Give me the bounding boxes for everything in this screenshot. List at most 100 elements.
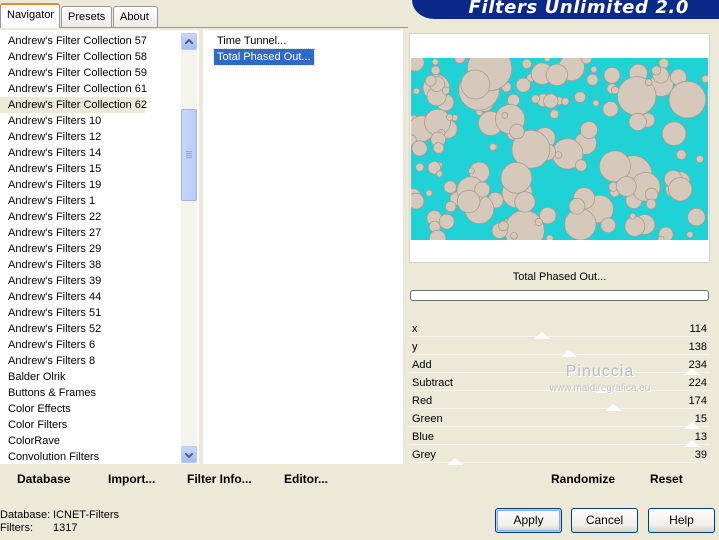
tab-about[interactable]: About	[113, 6, 158, 27]
scroll-up-button[interactable]	[181, 33, 197, 50]
category-item[interactable]: Andrew's Filters 29	[0, 241, 199, 257]
param-row[interactable]: Blue 13	[409, 429, 710, 447]
category-item[interactable]: Andrew's Filter Collection 62	[0, 97, 147, 113]
preview-blob	[510, 232, 518, 240]
scroll-down-button[interactable]	[181, 446, 197, 463]
param-row[interactable]: Grey 39	[409, 447, 710, 465]
param-label: y	[412, 341, 418, 353]
preview-blob	[457, 189, 481, 214]
preview-blob	[675, 149, 687, 160]
category-list[interactable]: Andrew's Filter Collection 57 Andrew's Fi…	[0, 30, 199, 464]
category-item[interactable]: Andrew's Filters 14	[0, 145, 199, 161]
param-slider-track[interactable]	[409, 444, 710, 445]
param-slider-knob[interactable]	[595, 386, 611, 393]
editor-link[interactable]: Editor...	[284, 472, 328, 486]
category-item[interactable]: Andrew's Filters 39	[0, 273, 199, 289]
status-database-value: ICNET-Filters	[53, 509, 119, 521]
param-slider-knob[interactable]	[684, 440, 700, 447]
category-item[interactable]: Andrew's Filters 10	[0, 113, 199, 129]
category-item[interactable]: Andrew's Filters 15	[0, 161, 199, 177]
filter-list[interactable]: Time Tunnel... Total Phased Out...	[203, 30, 403, 464]
preview-blob	[645, 198, 657, 210]
progress-bar	[410, 290, 709, 301]
category-item[interactable]: Color Filters	[0, 417, 199, 433]
category-item[interactable]: Balder Olrik	[0, 369, 199, 385]
category-item[interactable]: Andrew's Filters 27	[0, 225, 199, 241]
category-item[interactable]: Andrew's Filters 51	[0, 305, 199, 321]
scroll-thumb[interactable]	[181, 109, 197, 201]
param-slider-knob[interactable]	[447, 458, 463, 465]
preview-blob	[425, 189, 433, 197]
param-row[interactable]: Red 174	[409, 393, 710, 411]
reset-link[interactable]: Reset	[650, 472, 683, 486]
preview-blob	[543, 58, 551, 63]
preview-blob	[695, 154, 704, 164]
randomize-link[interactable]: Randomize	[551, 472, 615, 486]
param-row[interactable]: Subtract 224	[409, 375, 710, 393]
category-item[interactable]: Andrew's Filters 12	[0, 129, 199, 145]
param-slider-knob[interactable]	[684, 368, 700, 375]
param-slider-track[interactable]	[409, 354, 710, 355]
param-row[interactable]: Green 15	[409, 411, 710, 429]
param-value: 138	[688, 341, 707, 353]
preview-blob	[498, 220, 509, 232]
param-slider-knob[interactable]	[534, 332, 550, 339]
preview-blob	[687, 207, 706, 227]
chevron-down-icon	[185, 453, 193, 458]
category-item[interactable]: Andrew's Filters 8	[0, 353, 199, 369]
filter-item[interactable]: Total Phased Out...	[213, 48, 315, 66]
category-item[interactable]: Andrew's Filter Collection 59	[0, 65, 199, 81]
preview-blob	[657, 235, 665, 240]
preview-blob	[561, 97, 570, 106]
category-item[interactable]: Andrew's Filter Collection 61	[0, 81, 199, 97]
param-slider-track[interactable]	[409, 372, 710, 373]
param-value: 224	[688, 377, 707, 389]
preview-blob	[438, 213, 455, 230]
preview-blob	[628, 112, 647, 132]
param-slider-knob[interactable]	[684, 422, 700, 429]
category-item[interactable]: Andrew's Filters 52	[0, 321, 199, 337]
category-item[interactable]: Andrew's Filters 19	[0, 177, 199, 193]
param-row[interactable]: y 138	[409, 339, 710, 357]
status-filters-label: Filters:	[0, 522, 33, 534]
param-label: Blue	[412, 431, 435, 443]
category-item[interactable]: Convolution Filters	[0, 449, 199, 464]
tab-strip-line	[0, 27, 408, 28]
preview-blob	[600, 217, 617, 234]
category-item[interactable]: Andrew's Filters 44	[0, 289, 199, 305]
preview-blob	[661, 121, 687, 146]
category-item[interactable]: Color Effects	[0, 401, 199, 417]
preview-blob	[514, 191, 536, 213]
param-label: Add	[412, 359, 432, 371]
param-value: 114	[689, 323, 707, 335]
tab-navigator[interactable]: Navigator	[0, 3, 60, 28]
help-button[interactable]: Help	[648, 508, 715, 533]
apply-button[interactable]: Apply	[495, 508, 562, 533]
tab-presets[interactable]: Presets	[61, 6, 112, 27]
category-item[interactable]: Buttons & Frames	[0, 385, 199, 401]
param-row[interactable]: Add 234	[409, 357, 710, 375]
param-slider-track[interactable]	[409, 336, 710, 337]
category-item[interactable]: Andrew's Filter Collection 58	[0, 49, 199, 65]
category-item[interactable]: Andrew's Filters 22	[0, 209, 199, 225]
import-link[interactable]: Import...	[108, 472, 155, 486]
preview-blob	[624, 215, 646, 237]
param-slider-track[interactable]	[409, 390, 710, 391]
filter-item[interactable]: Time Tunnel...	[214, 33, 289, 49]
category-item[interactable]: ColorRave	[0, 433, 199, 449]
chevron-up-icon	[185, 39, 193, 44]
param-row[interactable]: x 114	[409, 321, 710, 339]
category-item[interactable]: Andrew's Filter Collection 57	[0, 33, 199, 49]
param-slider-knob[interactable]	[561, 350, 577, 357]
param-slider-track[interactable]	[409, 408, 710, 409]
preview-blob	[411, 140, 428, 157]
cancel-button[interactable]: Cancel	[571, 508, 638, 533]
database-link[interactable]: Database	[17, 472, 70, 486]
filter-info-link[interactable]: Filter Info...	[187, 472, 252, 486]
category-item[interactable]: Andrew's Filters 38	[0, 257, 199, 273]
category-item[interactable]: Andrew's Filters 1	[0, 193, 199, 209]
category-scrollbar[interactable]	[181, 33, 197, 464]
param-slider-knob[interactable]	[605, 404, 621, 411]
category-item[interactable]: Andrew's Filters 6	[0, 337, 199, 353]
param-slider-track[interactable]	[409, 426, 710, 427]
